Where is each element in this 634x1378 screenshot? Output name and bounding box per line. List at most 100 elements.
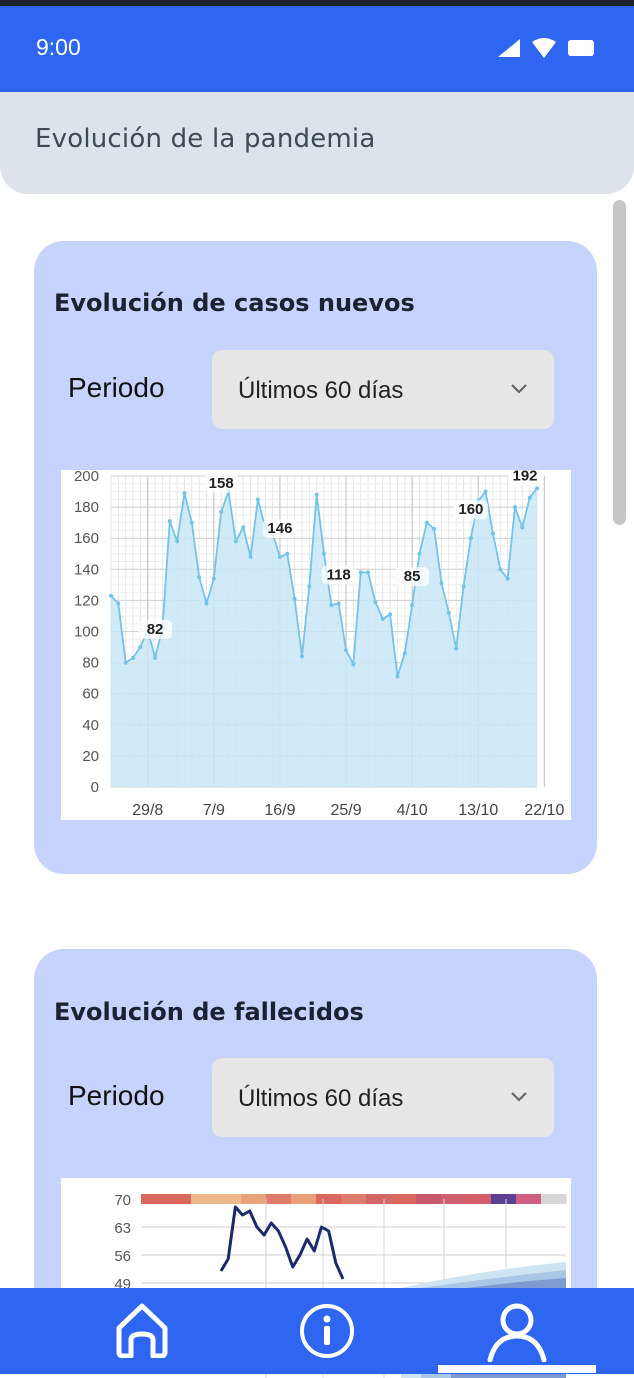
data-point [498, 567, 503, 572]
data-label: 146 [267, 520, 292, 537]
period-label: Periodo [68, 1080, 165, 1111]
x-tick-label: 13/10 [458, 802, 498, 819]
data-point [211, 576, 216, 581]
y-tick-label: 20 [82, 748, 99, 765]
scrollbar[interactable] [613, 200, 626, 525]
heat-cell [541, 1194, 567, 1204]
heat-cell [216, 1194, 242, 1204]
data-point [439, 581, 444, 586]
data-label: 158 [209, 475, 234, 492]
data-point [241, 525, 246, 530]
data-point [153, 655, 158, 660]
data-point [233, 539, 238, 544]
y-tick-label: 70 [114, 1192, 131, 1209]
data-point [123, 660, 128, 665]
data-point [402, 651, 407, 656]
y-tick-label: 0 [91, 779, 99, 796]
data-point [322, 551, 326, 556]
heat-cell [466, 1194, 492, 1204]
data-point [490, 531, 495, 536]
data-point [189, 520, 194, 525]
status-time: 9:00 [36, 34, 81, 60]
chevron-down-icon [510, 380, 528, 399]
new-cases-title: Evolución de casos nuevos [54, 289, 415, 317]
data-point [380, 617, 385, 622]
data-point [505, 576, 510, 581]
data-point [204, 601, 209, 606]
data-point [520, 525, 525, 530]
wifi-icon [532, 38, 556, 62]
data-point [307, 584, 312, 589]
data-point [292, 596, 297, 601]
data-point [454, 646, 459, 651]
data-point [197, 575, 202, 580]
data-point [410, 603, 415, 608]
heat-cell [241, 1194, 267, 1204]
data-point [395, 674, 400, 679]
data-point [424, 520, 429, 525]
period-label: Periodo [68, 372, 165, 403]
heat-cell [191, 1194, 217, 1204]
period-select[interactable]: Últimos 60 días [212, 1058, 554, 1137]
data-point [219, 509, 224, 514]
data-point [446, 610, 451, 615]
heat-cell [441, 1194, 467, 1204]
person-icon[interactable] [486, 1300, 548, 1366]
data-point [344, 648, 349, 653]
deaths-line [219, 1205, 345, 1280]
heat-cell [516, 1194, 542, 1204]
data-point [527, 495, 532, 500]
data-label: 192 [512, 470, 537, 484]
data-point [373, 599, 378, 604]
data-point [277, 554, 282, 559]
heat-cell [291, 1194, 317, 1204]
data-point [329, 603, 334, 608]
heat-cell [341, 1194, 367, 1204]
x-tick-label: 25/9 [330, 802, 361, 819]
signal-icon [498, 39, 520, 61]
data-point [255, 497, 260, 502]
data-point [131, 655, 136, 660]
data-point [167, 519, 172, 524]
data-point [388, 612, 393, 617]
data-point [535, 486, 539, 491]
y-tick-label: 56 [114, 1248, 131, 1265]
battery-icon [568, 40, 594, 60]
home-icon[interactable] [113, 1300, 171, 1362]
x-tick-label: 7/9 [203, 802, 225, 819]
app-bar: Evolución de la pandemia [0, 92, 634, 194]
x-tick-label: 22/10 [524, 802, 564, 819]
data-point [299, 654, 304, 659]
deaths-title: Evolución de fallecidos [54, 998, 364, 1026]
data-point [138, 645, 143, 650]
info-icon[interactable] [298, 1300, 356, 1362]
heat-cell [366, 1194, 392, 1204]
y-tick-label: 200 [74, 470, 99, 485]
heat-cell [166, 1194, 192, 1204]
y-tick-label: 63 [114, 1220, 131, 1237]
heat-cell [141, 1194, 167, 1204]
y-tick-label: 100 [74, 624, 99, 641]
data-label: 160 [458, 501, 483, 518]
y-tick-label: 180 [74, 499, 99, 516]
data-point [314, 492, 319, 497]
y-tick-label: 40 [82, 717, 99, 734]
new-cases-card: Evolución de casos nuevos Periodo Último… [34, 241, 597, 874]
data-label: 82 [147, 621, 164, 638]
heat-cell [266, 1194, 292, 1204]
bottom-nav [0, 1288, 634, 1374]
x-tick-label: 4/10 [397, 802, 428, 819]
heat-cell [491, 1194, 517, 1204]
y-tick-label: 60 [82, 686, 99, 703]
data-point [182, 491, 187, 496]
status-bar: 9:00 [0, 6, 634, 92]
data-point [483, 489, 488, 494]
x-tick-label: 29/8 [132, 802, 163, 819]
data-point [351, 662, 356, 667]
chevron-down-icon [510, 1088, 528, 1107]
period-select[interactable]: Últimos 60 días [212, 350, 554, 429]
y-tick-label: 160 [74, 530, 99, 547]
period-select-value: Últimos 60 días [238, 377, 404, 404]
data-point [512, 505, 517, 510]
heat-cell [416, 1194, 442, 1204]
